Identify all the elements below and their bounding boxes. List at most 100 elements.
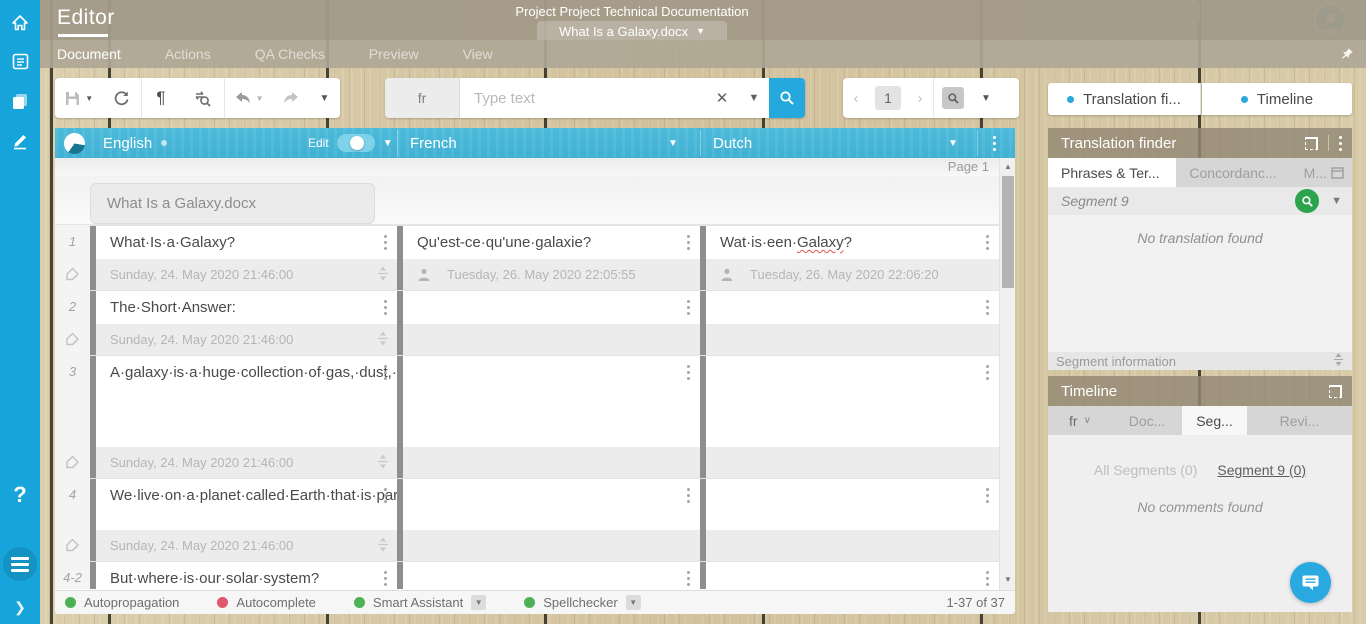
undock-icon[interactable]: [1305, 137, 1318, 150]
tab-document-history[interactable]: Doc...: [1112, 406, 1182, 435]
target2-dropdown-caret[interactable]: ▼: [948, 128, 958, 158]
filter-all-segments[interactable]: All Segments (0): [1094, 462, 1197, 478]
sidebar-expand-chevron[interactable]: ❯: [0, 592, 40, 622]
target1-cell[interactable]: [397, 561, 700, 589]
target2-cell[interactable]: [700, 561, 999, 589]
source-cell[interactable]: But·where·is·our·solar·system?: [90, 561, 397, 589]
target2-cell[interactable]: [700, 355, 999, 447]
tab-phrases-terms[interactable]: Phrases & Ter...: [1048, 158, 1176, 187]
tag-icon[interactable]: [55, 324, 90, 355]
search-language-selector[interactable]: fr: [385, 78, 460, 118]
cell-menu-kebab[interactable]: [384, 300, 387, 315]
document-tab[interactable]: What Is a Galaxy.docx: [90, 183, 375, 224]
scroll-down-icon[interactable]: ▼: [1000, 575, 1015, 584]
pin-icon[interactable]: [1340, 47, 1354, 66]
save-button[interactable]: ▼: [55, 78, 103, 118]
cell-menu-kebab[interactable]: [687, 488, 690, 503]
cell-menu-kebab[interactable]: [687, 365, 690, 380]
help-icon[interactable]: ?: [0, 480, 40, 510]
add-comment-button[interactable]: [1290, 562, 1331, 603]
tag-icon[interactable]: [55, 447, 90, 478]
scroll-up-icon[interactable]: ▲: [1000, 162, 1015, 171]
menu-item-view[interactable]: View: [463, 46, 493, 62]
redo-button[interactable]: [272, 78, 309, 118]
tab-revisions[interactable]: Revi...: [1247, 406, 1352, 435]
home-icon[interactable]: [0, 8, 40, 38]
document-selector[interactable]: What Is a Galaxy.docx ▼: [537, 21, 727, 41]
find-replace-button[interactable]: [180, 78, 224, 118]
clear-search-icon[interactable]: ✕: [705, 89, 739, 107]
target2-cell[interactable]: Wat·is·een·Galaxy?: [700, 225, 999, 259]
refresh-button[interactable]: [103, 78, 141, 118]
grid-scrollbar[interactable]: ▲ ▼: [999, 158, 1015, 590]
search-button[interactable]: [769, 78, 805, 118]
tab-machine-translation[interactable]: M...: [1290, 158, 1352, 187]
autocomplete-toggle[interactable]: Autocomplete: [217, 595, 316, 610]
target1-dropdown-caret[interactable]: ▼: [668, 128, 678, 158]
tab-segment-history[interactable]: Seg...: [1182, 406, 1247, 435]
source-cell[interactable]: A·galaxy·is·a·huge·collection·of·gas,·du…: [90, 355, 397, 447]
next-page-button[interactable]: ›: [907, 90, 933, 107]
cell-menu-kebab[interactable]: [986, 300, 989, 315]
cell-menu-kebab[interactable]: [986, 488, 989, 503]
tab-concordance[interactable]: Concordanc...: [1176, 158, 1290, 187]
cell-menu-kebab[interactable]: [384, 235, 387, 250]
cell-menu-kebab[interactable]: [687, 300, 690, 315]
row-expander-icon[interactable]: [377, 537, 389, 554]
smart-assistant-toggle[interactable]: Smart Assistant ▼: [354, 595, 486, 610]
row-expander-icon[interactable]: [377, 266, 389, 283]
source-cell[interactable]: The·Short·Answer:: [90, 290, 397, 324]
search-input[interactable]: [460, 79, 705, 117]
document-list-icon[interactable]: [0, 46, 40, 76]
tab-translation-finder[interactable]: Translation fi...: [1048, 83, 1201, 115]
spellchecker-toggle[interactable]: Spellchecker ▼: [524, 595, 640, 610]
cell-menu-kebab[interactable]: [687, 235, 690, 250]
target1-cell[interactable]: Qu'est-ce·qu'une·galaxie?: [397, 225, 700, 259]
expand-collapse-icon[interactable]: [1333, 353, 1344, 369]
cell-menu-kebab[interactable]: [986, 235, 989, 250]
menu-item-document[interactable]: Document: [57, 46, 121, 62]
cell-menu-kebab[interactable]: [384, 488, 387, 503]
filter-segment-9[interactable]: Segment 9 (0): [1217, 462, 1306, 478]
target1-cell[interactable]: [397, 355, 700, 447]
cell-menu-kebab[interactable]: [384, 571, 387, 586]
edit-options-caret[interactable]: ▼: [383, 138, 393, 149]
cell-menu-kebab[interactable]: [986, 365, 989, 380]
sidebar-menu-button[interactable]: [0, 544, 40, 584]
target2-cell[interactable]: [700, 290, 999, 324]
source-cell[interactable]: We·live·on·a·planet·called·Earth·that·is…: [90, 478, 397, 530]
undo-button[interactable]: ▼: [225, 78, 273, 118]
cell-menu-kebab[interactable]: [986, 571, 989, 586]
paging-options-caret[interactable]: ▼: [972, 93, 1000, 104]
spellchecker-dropdown[interactable]: ▼: [626, 595, 641, 610]
source-cell[interactable]: What·Is·a·Galaxy?: [90, 225, 397, 259]
grid-menu-kebab[interactable]: [993, 128, 996, 158]
save-dropdown-caret[interactable]: ▼: [85, 94, 93, 103]
page-search-toggle[interactable]: [942, 87, 964, 109]
target2-cell[interactable]: [700, 478, 999, 530]
cell-menu-kebab[interactable]: [384, 365, 387, 380]
cell-menu-kebab[interactable]: [687, 571, 690, 586]
segment-expand-caret[interactable]: ▼: [1331, 195, 1342, 207]
toolbar-more-caret[interactable]: ▼: [309, 78, 340, 118]
edit-toggle[interactable]: [337, 134, 375, 152]
formatting-marks-button[interactable]: ¶: [142, 78, 180, 118]
tag-icon[interactable]: [55, 530, 90, 561]
target1-cell[interactable]: [397, 290, 700, 324]
page-number-field[interactable]: 1: [875, 86, 901, 110]
undo-dropdown-caret[interactable]: ▼: [256, 94, 264, 103]
row-expander-icon[interactable]: [377, 454, 389, 471]
row-expander-icon[interactable]: [377, 331, 389, 348]
segment-information-bar[interactable]: Segment information: [1048, 352, 1352, 370]
edit-pencil-icon[interactable]: [0, 126, 40, 156]
undock-icon[interactable]: [1329, 385, 1342, 398]
panel-menu-kebab[interactable]: [1339, 136, 1342, 151]
menu-item-qa-checks[interactable]: QA Checks: [255, 46, 325, 62]
menu-item-preview[interactable]: Preview: [369, 46, 419, 62]
smart-assistant-dropdown[interactable]: ▼: [471, 595, 486, 610]
search-options-caret[interactable]: ▼: [739, 92, 769, 104]
scrollbar-thumb[interactable]: [1002, 176, 1014, 288]
tag-icon[interactable]: [55, 259, 90, 290]
lookup-button[interactable]: [1295, 189, 1319, 213]
previous-page-button[interactable]: ‹: [843, 90, 869, 107]
